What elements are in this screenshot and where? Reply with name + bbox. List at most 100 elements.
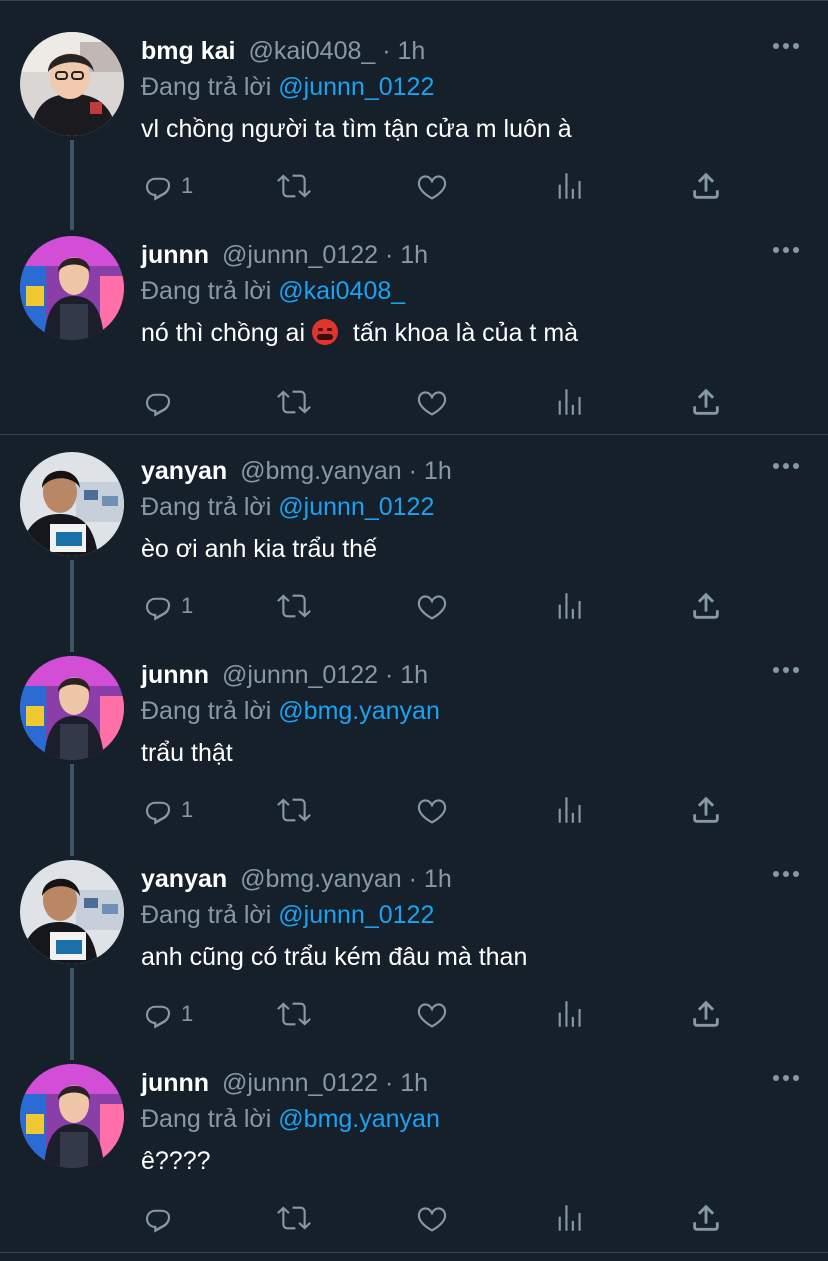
like-button[interactable]: [415, 1198, 449, 1238]
tweet-text-part: tấn khoa là của t mà: [352, 319, 579, 347]
replying-to: Đang trả lời @bmg.yanyan: [141, 694, 440, 728]
share-button[interactable]: [689, 166, 723, 206]
analytics-icon: [553, 589, 587, 623]
more-icon[interactable]: [772, 660, 800, 680]
tweet[interactable]: bmg kai @kai0408_ · 1h Đang trả lời @jun…: [0, 32, 828, 216]
reply-icon: [141, 1201, 175, 1235]
avatar-junnn: [20, 236, 124, 340]
handle-time[interactable]: @bmg.yanyan · 1h: [240, 865, 452, 893]
analytics-icon: [553, 385, 587, 419]
handle-time[interactable]: @junnn_0122 · 1h: [222, 1069, 428, 1097]
more-icon[interactable]: [772, 1068, 800, 1088]
reply-button[interactable]: [141, 382, 181, 422]
share-icon: [689, 793, 723, 827]
reply-button[interactable]: 1: [141, 790, 193, 830]
reply-button[interactable]: 1: [141, 994, 193, 1034]
reply-icon: [141, 169, 175, 203]
retweet-button[interactable]: [277, 790, 311, 830]
like-icon: [415, 793, 449, 827]
reply-prefix: Đang trả lời: [141, 73, 272, 101]
avatar[interactable]: [20, 1064, 124, 1168]
share-button[interactable]: [689, 586, 723, 626]
tweet[interactable]: junnn @junnn_0122 · 1h Đang trả lời @bmg…: [0, 1064, 828, 1250]
mention-link[interactable]: @junnn_0122: [278, 73, 434, 101]
analytics-icon: [553, 793, 587, 827]
like-button[interactable]: [415, 382, 449, 422]
avatar[interactable]: [20, 656, 124, 760]
like-button[interactable]: [415, 586, 449, 626]
more-icon[interactable]: [772, 456, 800, 476]
handle-time[interactable]: @junnn_0122 · 1h: [222, 241, 428, 269]
handle-time[interactable]: @bmg.yanyan · 1h: [240, 457, 452, 485]
like-button[interactable]: [415, 994, 449, 1034]
replying-to: Đang trả lời @kai0408_: [141, 274, 405, 308]
tweet[interactable]: yanyan @bmg.yanyan · 1h Đang trả lời @ju…: [0, 452, 828, 636]
avatar[interactable]: [20, 860, 124, 964]
share-button[interactable]: [689, 1198, 723, 1238]
more-icon[interactable]: [772, 240, 800, 260]
top-divider: [0, 0, 828, 4]
more-icon[interactable]: [772, 864, 800, 884]
mention-link[interactable]: @kai0408_: [278, 277, 405, 305]
mention-link[interactable]: @junnn_0122: [278, 901, 434, 929]
share-icon: [689, 1201, 723, 1235]
mention-link[interactable]: @bmg.yanyan: [278, 1105, 440, 1133]
reply-button[interactable]: 1: [141, 166, 193, 206]
analytics-icon: [553, 997, 587, 1031]
share-icon: [689, 997, 723, 1031]
handle-time[interactable]: @kai0408_ · 1h: [248, 37, 425, 65]
action-bar: 1: [141, 586, 741, 626]
retweet-button[interactable]: [277, 994, 311, 1034]
reply-prefix: Đang trả lời: [141, 901, 272, 929]
analytics-button[interactable]: [553, 586, 587, 626]
display-name[interactable]: junnn: [141, 241, 209, 269]
reply-prefix: Đang trả lời: [141, 697, 272, 725]
mention-link[interactable]: @junnn_0122: [278, 493, 434, 521]
reply-button[interactable]: [141, 1198, 181, 1238]
mention-link[interactable]: @bmg.yanyan: [278, 697, 440, 725]
display-name[interactable]: junnn: [141, 661, 209, 689]
display-name[interactable]: yanyan: [141, 865, 227, 893]
retweet-button[interactable]: [277, 382, 311, 422]
share-icon: [689, 169, 723, 203]
action-bar: [141, 382, 741, 422]
reply-button[interactable]: 1: [141, 586, 193, 626]
bottom-divider: [0, 1252, 828, 1253]
analytics-button[interactable]: [553, 382, 587, 422]
share-button[interactable]: [689, 790, 723, 830]
share-button[interactable]: [689, 382, 723, 422]
replying-to: Đang trả lời @junnn_0122: [141, 490, 434, 524]
display-name[interactable]: yanyan: [141, 457, 227, 485]
reply-icon: [141, 997, 175, 1031]
like-icon: [415, 589, 449, 623]
like-button[interactable]: [415, 166, 449, 206]
reply-count: 1: [181, 797, 194, 822]
retweet-button[interactable]: [277, 166, 311, 206]
display-name[interactable]: junnn: [141, 1069, 209, 1097]
tweet[interactable]: junnn @junnn_0122 · 1h Đang trả lời @kai…: [0, 236, 828, 432]
replying-to: Đang trả lời @bmg.yanyan: [141, 1102, 440, 1136]
tweet[interactable]: junnn @junnn_0122 · 1h Đang trả lời @bmg…: [0, 656, 828, 840]
analytics-button[interactable]: [553, 166, 587, 206]
reply-count: 1: [181, 1001, 194, 1026]
analytics-button[interactable]: [553, 994, 587, 1034]
tweet-text: vl chồng người ta tìm tận cửa m luôn à: [141, 115, 572, 143]
share-button[interactable]: [689, 994, 723, 1034]
like-button[interactable]: [415, 790, 449, 830]
tweet-text: anh cũng có trẩu kém đâu mà than: [141, 943, 528, 971]
avatar[interactable]: [20, 32, 124, 136]
avatar-yanyan: [20, 452, 124, 556]
like-icon: [415, 1201, 449, 1235]
avatar[interactable]: [20, 452, 124, 556]
display-name[interactable]: bmg kai: [141, 37, 235, 65]
retweet-icon: [277, 169, 311, 203]
more-icon[interactable]: [772, 36, 800, 56]
handle-time[interactable]: @junnn_0122 · 1h: [222, 661, 428, 689]
analytics-button[interactable]: [553, 790, 587, 830]
tweet[interactable]: yanyan @bmg.yanyan · 1h Đang trả lời @ju…: [0, 860, 828, 1044]
analytics-button[interactable]: [553, 1198, 587, 1238]
retweet-button[interactable]: [277, 586, 311, 626]
reply-count: 1: [181, 173, 194, 198]
retweet-button[interactable]: [277, 1198, 311, 1238]
avatar[interactable]: [20, 236, 124, 340]
